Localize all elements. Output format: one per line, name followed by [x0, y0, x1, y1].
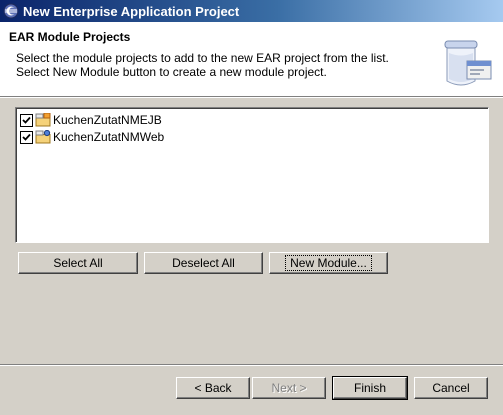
list-item[interactable]: KuchenZutatNMWeb: [20, 129, 164, 145]
button-separator: [0, 364, 503, 366]
ear-jar-icon: [444, 40, 492, 86]
cancel-button[interactable]: Cancel: [414, 377, 488, 399]
select-all-button[interactable]: Select All: [18, 252, 138, 274]
back-label: < Back: [194, 381, 232, 395]
description-line-2: Select New Module button to create a new…: [16, 65, 327, 79]
back-button[interactable]: < Back: [176, 377, 250, 399]
finish-label: Finish: [353, 381, 386, 395]
project-folder-icon: [35, 113, 51, 127]
next-button[interactable]: Next >: [252, 377, 326, 399]
select-all-label: Select All: [53, 256, 103, 270]
page-description: Select the module projects to add to the…: [16, 51, 416, 79]
checkmark-icon: [22, 133, 31, 141]
cancel-label: Cancel: [432, 381, 470, 395]
module-label: KuchenZutatNMEJB: [53, 113, 162, 127]
deselect-all-label: Deselect All: [172, 256, 235, 270]
finish-button[interactable]: Finish: [332, 376, 408, 400]
module-checkbox[interactable]: [20, 130, 33, 144]
module-checkbox[interactable]: [20, 113, 33, 127]
wizard-banner: EAR Module Projects Select the module pr…: [0, 22, 503, 97]
list-item[interactable]: KuchenZutatNMEJB: [20, 112, 162, 128]
eclipse-app-icon: [3, 3, 19, 19]
title-bar[interactable]: New Enterprise Application Project: [0, 0, 503, 22]
page-title: EAR Module Projects: [9, 30, 131, 44]
module-projects-list[interactable]: KuchenZutatNMEJB KuchenZutatNMWeb: [15, 107, 489, 243]
next-label: Next >: [271, 381, 307, 395]
deselect-all-button[interactable]: Deselect All: [144, 252, 263, 274]
window-title: New Enterprise Application Project: [23, 3, 240, 19]
description-line-1: Select the module projects to add to the…: [16, 51, 389, 65]
checkmark-icon: [22, 116, 31, 124]
new-module-label: New Module...: [285, 255, 372, 271]
new-module-button[interactable]: New Module...: [269, 252, 388, 274]
module-label: KuchenZutatNMWeb: [53, 130, 165, 144]
project-folder-icon: [35, 130, 51, 144]
